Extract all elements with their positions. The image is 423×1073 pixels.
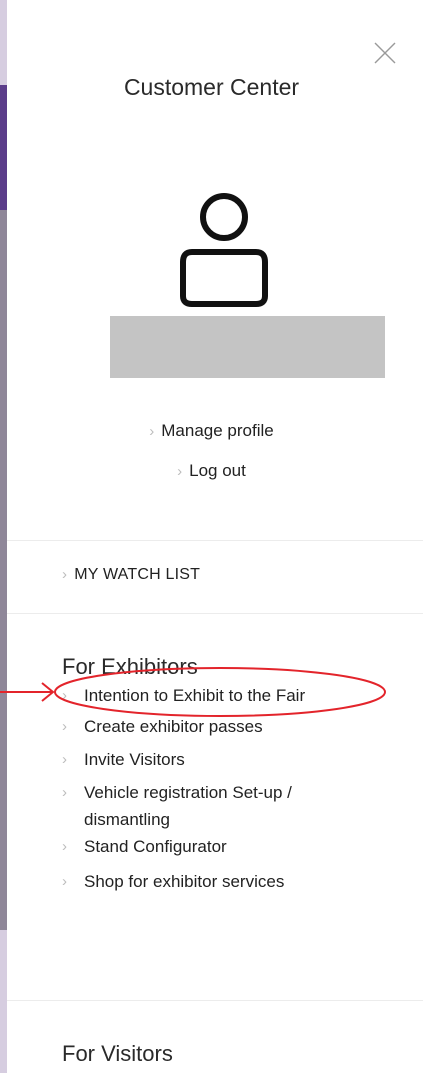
divider [7,1000,423,1001]
annotation-arrow-icon [0,682,55,702]
chevron-right-icon: › [177,463,183,480]
close-icon[interactable] [370,38,400,68]
menu-item-intention-to-exhibit[interactable]: › Intention to Exhibit to the Fair [62,682,402,709]
chevron-right-icon: › [62,687,67,704]
background-gray-block [0,210,7,930]
menu-item-stand-configurator[interactable]: › Stand Configurator [62,833,402,860]
divider [7,613,423,614]
my-watch-list-link[interactable]: › MY WATCH LIST [62,566,200,584]
chevron-right-icon: › [62,873,67,890]
background-accent-block [0,85,7,210]
menu-item-shop-exhibitor-services[interactable]: › Shop for exhibitor services [62,868,402,895]
redacted-username-bar [110,316,385,378]
section-title-exhibitors: For Exhibitors [62,654,198,679]
chevron-right-icon: › [62,751,67,768]
divider [7,540,423,541]
manage-profile-link[interactable]: › Manage profile [0,421,423,441]
menu-item-create-exhibitor-passes[interactable]: › Create exhibitor passes [62,713,402,740]
chevron-right-icon: › [62,566,68,583]
user-avatar-icon [180,193,268,307]
log-out-link[interactable]: › Log out [0,461,423,481]
menu-item-invite-visitors[interactable]: › Invite Visitors [62,746,402,773]
chevron-right-icon: › [62,718,67,735]
customer-center-panel: Customer Center › Manage profile › Log out… [0,0,423,1073]
chevron-right-icon: › [62,838,67,855]
chevron-right-icon: › [62,784,67,801]
chevron-right-icon: › [149,423,155,440]
exhibitor-menu: › Intention to Exhibit to the Fair › Creat… [62,682,402,895]
background-page-strip [0,0,7,1073]
panel-title: Customer Center [123,74,300,100]
annotation-overlay [0,667,386,717]
section-title-visitors: For Visitors [62,1041,173,1066]
menu-item-vehicle-registration[interactable]: › Vehicle registration Set-up / dismantli… [62,779,364,833]
